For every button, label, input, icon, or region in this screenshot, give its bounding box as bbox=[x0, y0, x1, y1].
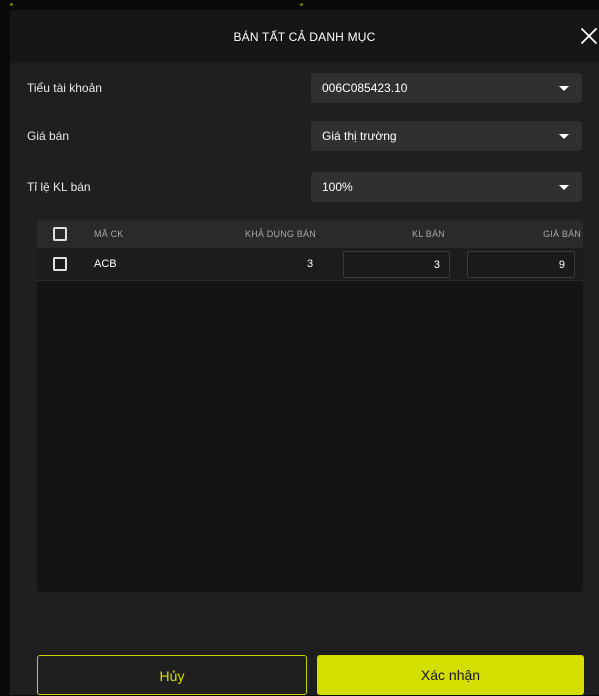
cell-available: 3 bbox=[307, 258, 314, 270]
close-icon[interactable] bbox=[577, 24, 599, 48]
volume-ratio-select[interactable]: 100% bbox=[311, 172, 582, 202]
holdings-table: MÃ CK KHẢ DỤNG BÁN KL BÁN GIÁ BÁN ACB 3 … bbox=[37, 220, 583, 592]
sell-price-label: Giá bán bbox=[27, 129, 70, 143]
volume-ratio-row: Tỉ lệ KL bán 100% bbox=[10, 172, 599, 202]
sell-volume-value: 3 bbox=[433, 259, 440, 271]
sub-account-label: Tiểu tài khoản bbox=[27, 81, 102, 95]
background-indicator bbox=[300, 3, 303, 6]
volume-ratio-value: 100% bbox=[322, 180, 353, 194]
caret-down-icon bbox=[559, 185, 569, 190]
caret-down-icon bbox=[559, 86, 569, 91]
cancel-button[interactable]: Hủy bbox=[37, 655, 307, 695]
modal-title: BÁN TẤT CẢ DANH MỤC bbox=[233, 30, 376, 44]
sell-price-cell-value: 9 bbox=[558, 259, 565, 271]
sell-price-input[interactable]: 9 bbox=[467, 251, 575, 278]
background-indicator bbox=[10, 3, 13, 6]
sell-price-select[interactable]: Giá thị trường bbox=[311, 121, 582, 151]
column-header-symbol: MÃ CK bbox=[94, 229, 124, 239]
table-header: MÃ CK KHẢ DỤNG BÁN KL BÁN GIÁ BÁN bbox=[37, 220, 583, 248]
row-checkbox[interactable] bbox=[53, 257, 67, 271]
sell-price-value: Giá thị trường bbox=[322, 129, 397, 143]
volume-ratio-label: Tỉ lệ KL bán bbox=[27, 180, 91, 194]
sub-account-select[interactable]: 006C085423.10 bbox=[311, 73, 582, 103]
confirm-button[interactable]: Xác nhận bbox=[317, 655, 584, 695]
sell-price-row: Giá bán Giá thị trường bbox=[10, 121, 599, 151]
cell-symbol: ACB bbox=[94, 258, 117, 270]
modal-header: BÁN TẤT CẢ DANH MỤC bbox=[10, 10, 599, 63]
column-header-available: KHẢ DỤNG BÁN bbox=[245, 229, 316, 239]
column-header-sell-price: GIÁ BÁN bbox=[543, 229, 581, 239]
sub-account-value: 006C085423.10 bbox=[322, 81, 408, 95]
column-header-sell-volume: KL BÁN bbox=[412, 229, 445, 239]
table-row: ACB 3 3 9 bbox=[37, 248, 583, 281]
select-all-checkbox[interactable] bbox=[53, 227, 67, 241]
caret-down-icon bbox=[559, 134, 569, 139]
sell-volume-input[interactable]: 3 bbox=[343, 251, 450, 278]
sell-all-portfolio-modal: BÁN TẤT CẢ DANH MỤC Tiểu tài khoản 006C0… bbox=[10, 10, 599, 695]
sub-account-row: Tiểu tài khoản 006C085423.10 bbox=[10, 73, 599, 103]
background-app-strip bbox=[0, 0, 599, 10]
